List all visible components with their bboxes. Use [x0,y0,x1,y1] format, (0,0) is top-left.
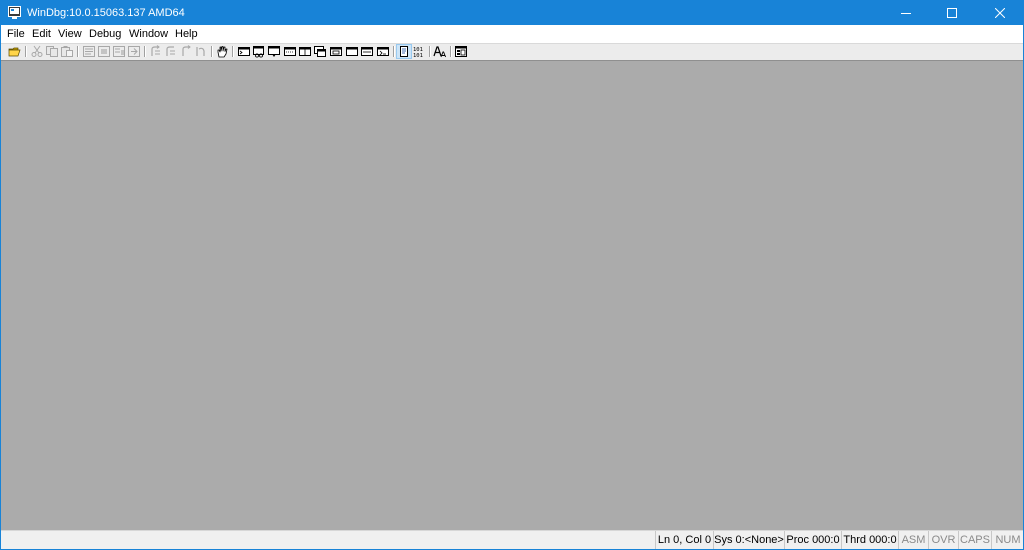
memory-window-icon [299,47,311,56]
svg-text:101: 101 [413,53,423,58]
binary-mode-button[interactable]: 101 101 [412,45,426,58]
maximize-button[interactable] [929,1,975,25]
font-icon [433,46,447,58]
go-icon [83,46,95,57]
command-window-icon [238,47,250,56]
call-stack-window-icon [314,46,326,57]
menu-edit[interactable]: Edit [32,27,51,41]
status-num: NUM [991,531,1023,549]
status-ovr: OVR [928,531,958,549]
open-icon [8,47,21,57]
menu-debug[interactable]: Debug [89,27,121,41]
step-over-icon [166,46,175,56]
menu-window[interactable]: Window [129,27,168,41]
font-button[interactable] [433,45,447,58]
status-thread: Thrd 000:0 [841,531,898,549]
toolbar-separator [429,46,431,57]
menu-help[interactable]: Help [175,27,198,41]
registers-window-button[interactable] [283,45,297,58]
step-out-button[interactable] [179,45,193,58]
disassembly-window-icon [330,47,342,56]
restart-icon [98,46,110,57]
open-button[interactable] [8,45,22,58]
scratch-pad-window-icon [346,47,358,56]
processes-threads-window-button[interactable] [360,45,374,58]
source-mode-icon [400,46,408,57]
toolbar-separator [144,46,146,57]
break-button[interactable] [127,45,141,58]
toolbar: 101 101 [1,44,1023,61]
toolbar-separator [232,46,234,57]
close-button[interactable] [977,1,1023,25]
step-into-icon [151,45,160,56]
toolbar-separator [450,46,452,57]
locals-window-button[interactable] [267,45,281,58]
call-stack-window-button[interactable] [313,45,327,58]
status-asm: ASM [898,531,928,549]
options-icon [455,46,467,57]
paste-button[interactable] [60,45,74,58]
toolbar-separator [393,46,395,57]
scratch-pad-window-button[interactable] [345,45,359,58]
disassembly-window-button[interactable] [329,45,343,58]
toolbar-separator [25,46,27,57]
title-bar[interactable]: WinDbg:10.0.15063.137 AMD64 [1,1,1023,25]
status-process: Proc 000:0 [784,531,841,549]
step-out-icon [182,45,191,56]
windbg-app-icon[interactable] [8,6,21,19]
run-to-cursor-icon [196,47,205,56]
hand-button[interactable] [215,45,229,58]
menu-file[interactable]: File [7,27,25,41]
copy-button[interactable] [45,45,59,58]
source-mode-button[interactable] [396,44,412,59]
watch-window-icon [253,46,264,58]
maximize-icon [947,8,957,18]
mdi-client-area[interactable] [1,61,1023,529]
status-bar: Ln 0, Col 0 Sys 0:<None> Proc 000:0 Thrd… [1,530,1023,549]
toolbar-separator [211,46,213,57]
run-to-cursor-button[interactable] [194,45,208,58]
menu-view[interactable]: View [58,27,82,41]
restart-button[interactable] [97,45,111,58]
binary-mode-icon: 101 101 [413,47,423,58]
status-system: Sys 0:<None> [713,531,784,549]
paste-icon [61,46,73,57]
windbg-window: WinDbg:10.0.15063.137 AMD64 File Edit Vi… [0,0,1024,550]
cut-icon [31,45,43,57]
step-into-button[interactable] [149,45,163,58]
watch-window-button[interactable] [252,45,266,58]
command-browser-window-icon [377,47,389,56]
memory-window-button[interactable] [298,45,312,58]
registers-window-icon [284,47,296,56]
options-button[interactable] [454,45,468,58]
copy-icon [46,46,58,57]
menu-bar: File Edit View Debug Window Help [1,25,1023,44]
stop-debugging-icon [113,46,125,57]
command-window-button[interactable] [237,45,251,58]
cut-button[interactable] [30,45,44,58]
step-over-button[interactable] [164,45,178,58]
go-button[interactable] [82,45,96,58]
break-icon [128,46,140,57]
command-browser-window-button[interactable] [376,45,390,58]
close-icon [995,8,1005,18]
toolbar-separator [77,46,79,57]
locals-window-icon [268,46,280,57]
stop-debugging-button[interactable] [112,45,126,58]
status-line-column: Ln 0, Col 0 [655,531,713,549]
hand-icon [217,46,228,58]
status-caps: CAPS [958,531,991,549]
minimize-button[interactable] [883,1,929,25]
window-title: WinDbg:10.0.15063.137 AMD64 [27,7,185,19]
minimize-icon [901,13,911,14]
processes-threads-window-icon [361,47,373,56]
